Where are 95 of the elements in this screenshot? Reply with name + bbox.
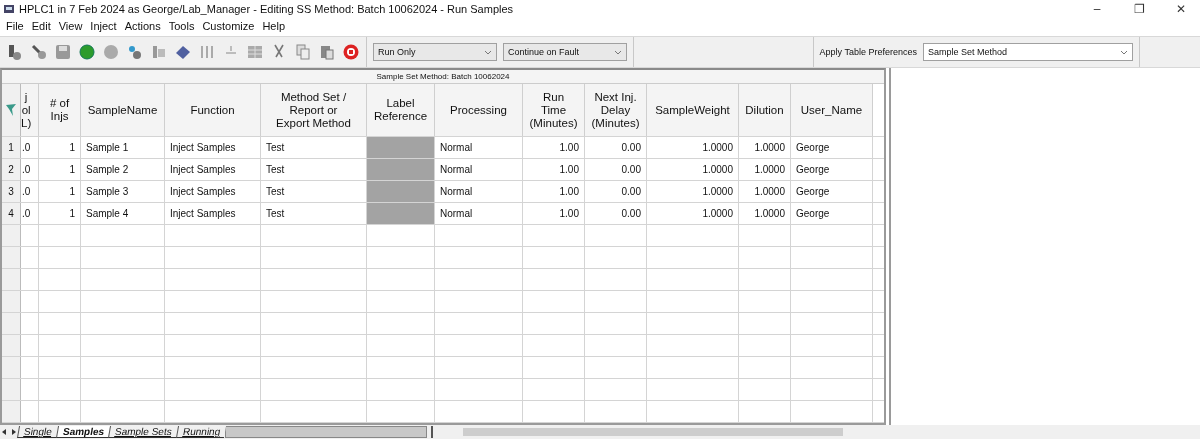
ball-icon[interactable] (78, 43, 96, 61)
table-cell: Normal (435, 159, 523, 180)
table-cell: .0 (21, 203, 39, 224)
table-cell: Inject Samples (165, 137, 261, 158)
chevron-down-icon (614, 49, 622, 55)
app-icon (3, 3, 15, 15)
table-cell: Sample 2 (81, 159, 165, 180)
table-cell: 1 (39, 159, 81, 180)
run-mode-dropdown[interactable]: Run Only (373, 43, 497, 61)
disc-icon[interactable] (102, 43, 120, 61)
table-cell: Inject Samples (165, 159, 261, 180)
syringe-icon[interactable] (30, 43, 48, 61)
table-cell: 1.0000 (647, 181, 739, 202)
column-header[interactable]: Processing (450, 103, 507, 117)
pin-icon[interactable] (5, 103, 17, 117)
table-cell: 1.00 (523, 159, 585, 180)
table-cell: 0.00 (585, 181, 647, 202)
sheet-tab[interactable]: Single (16, 426, 58, 438)
table-cell: 1.0000 (647, 137, 739, 158)
table-cell: 1.0000 (739, 159, 791, 180)
table-cell: Sample 3 (81, 181, 165, 202)
paste-icon[interactable] (318, 43, 336, 61)
table-cell: Normal (435, 137, 523, 158)
maximize-button[interactable]: ❐ (1120, 2, 1158, 16)
row-header[interactable] (2, 291, 21, 312)
table-cell: Normal (435, 203, 523, 224)
sheet-tab[interactable]: Sample Sets (107, 426, 178, 438)
table-icon[interactable] (246, 43, 264, 61)
table-cell: 1.00 (523, 181, 585, 202)
table-cell: George (791, 137, 873, 158)
stop-icon[interactable] (342, 43, 360, 61)
menu-item[interactable]: Tools (164, 20, 199, 32)
table-cell: 1.00 (523, 203, 585, 224)
table-cell: 1.0000 (647, 203, 739, 224)
sheet-tab[interactable]: Running (175, 426, 226, 438)
vials-icon[interactable] (150, 43, 168, 61)
row-number[interactable]: 3 (2, 181, 21, 202)
table-cell: 1.00 (523, 137, 585, 158)
row-header[interactable] (2, 313, 21, 334)
table-cell: Sample 1 (81, 137, 165, 158)
preferences-label: Apply Table Preferences (819, 47, 917, 57)
chevron-down-icon (484, 49, 492, 55)
table-cell: Normal (435, 181, 523, 202)
table-cell: George (791, 181, 873, 202)
row-header[interactable] (2, 401, 21, 422)
sheet-tab[interactable]: Samples (55, 426, 110, 438)
minimize-button[interactable]: – (1078, 2, 1116, 16)
chevron-down-icon (1120, 49, 1128, 55)
row-number[interactable]: 4 (2, 203, 21, 224)
table-cell: .0 (21, 181, 39, 202)
row-header[interactable] (2, 269, 21, 290)
columns-icon[interactable] (198, 43, 216, 61)
table-cell: 0.00 (585, 137, 647, 158)
table-cell: George (791, 159, 873, 180)
scroll-left-button[interactable] (0, 428, 9, 436)
menu-item[interactable]: File (2, 20, 28, 32)
vial-icon[interactable] (126, 43, 144, 61)
row-header[interactable] (2, 335, 21, 356)
row-header[interactable] (2, 225, 21, 246)
row-header[interactable] (2, 379, 21, 400)
table-cell: 1 (39, 181, 81, 202)
row-number[interactable]: 2 (2, 159, 21, 180)
menu-item[interactable]: View (54, 20, 87, 32)
close-button[interactable]: ✕ (1162, 2, 1200, 16)
copy-icon[interactable] (294, 43, 312, 61)
row-header[interactable] (2, 247, 21, 268)
row-header[interactable] (2, 357, 21, 378)
table-cell: Inject Samples (165, 203, 261, 224)
save-icon[interactable] (54, 43, 72, 61)
fault-mode-dropdown[interactable]: Continue on Fault (503, 43, 627, 61)
scroll-right-button[interactable] (9, 428, 18, 436)
table-cell: 1.0000 (647, 159, 739, 180)
table-caption: Sample Set Method: Batch 10062024 (2, 70, 884, 84)
menu-item[interactable]: Edit (27, 20, 55, 32)
table-cell: George (791, 203, 873, 224)
table-cell: Inject Samples (165, 181, 261, 202)
table-cell: .0 (21, 137, 39, 158)
table-cell: .0 (21, 159, 39, 180)
window-title: HPLC1 in 7 Feb 2024 as George/Lab_Manager - Editing SS Method: Batch 10062024 - Run Samples (19, 3, 515, 15)
table-cell: 0.00 (585, 203, 647, 224)
table-cell: 1 (39, 137, 81, 158)
row-number[interactable]: 1 (2, 137, 21, 158)
column-header[interactable]: Function (190, 103, 235, 117)
table-cell: 0.00 (585, 159, 647, 180)
table-cell: 1.0000 (739, 137, 791, 158)
table-cell: 1 (39, 203, 81, 224)
table-cell: Sample 4 (81, 203, 165, 224)
menu-item[interactable]: Inject (86, 20, 121, 32)
table-cell: 1.0000 (739, 203, 791, 224)
menu-item[interactable]: Actions (120, 20, 165, 32)
flask-icon[interactable] (6, 43, 24, 61)
preferences-dropdown[interactable]: Sample Set Method (923, 43, 1133, 61)
menu-item[interactable]: Customize (198, 20, 259, 32)
table-cell: 1.0000 (739, 181, 791, 202)
menu-item[interactable]: Help (258, 20, 289, 32)
